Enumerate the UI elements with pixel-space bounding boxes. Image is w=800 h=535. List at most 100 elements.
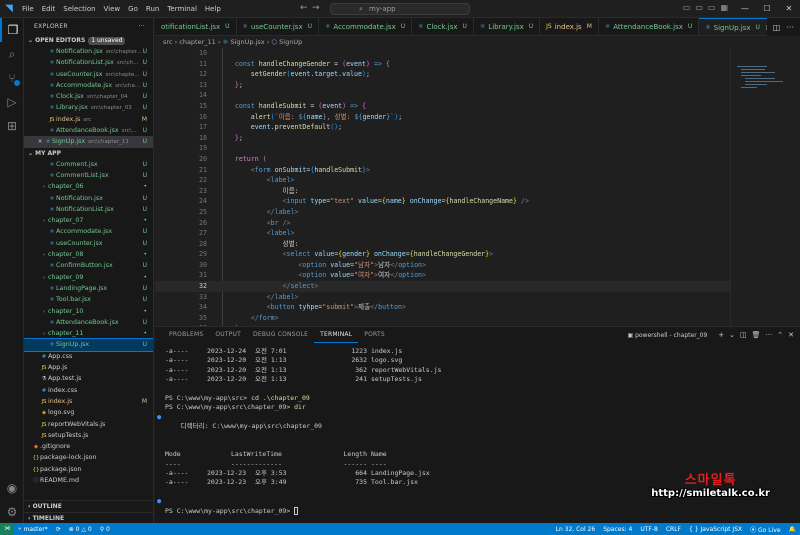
toggle-secondary-icon[interactable]: ▭ bbox=[708, 3, 716, 12]
tree-item[interactable]: JSsetupTests.js bbox=[24, 430, 153, 441]
tree-folder[interactable]: › chapter_10 • bbox=[24, 306, 153, 317]
code-line[interactable]: 24 <input type="text" value={name} onCha… bbox=[155, 196, 730, 207]
code-line[interactable]: 22 <label> bbox=[155, 175, 730, 186]
add-terminal-icon[interactable]: + bbox=[718, 331, 724, 339]
code-line[interactable]: 19 bbox=[155, 143, 730, 154]
more-actions-icon[interactable]: ··· bbox=[138, 18, 145, 36]
tree-item[interactable]: ◈ logo.svg bbox=[24, 407, 153, 418]
language-mode[interactable]: { } JavaScript JSX bbox=[685, 526, 746, 533]
code-line[interactable]: 34 <button tyhpe="submit">제출</button> bbox=[155, 302, 730, 313]
go-live-button[interactable]: ⦿ Go Live bbox=[746, 525, 784, 534]
tree-item[interactable]: ⚛ SignUp.jsx U bbox=[24, 338, 153, 352]
tree-item[interactable]: ⓘREADME.md bbox=[24, 475, 153, 486]
close-icon[interactable]: ✕ bbox=[778, 0, 800, 18]
tree-folder[interactable]: › chapter_07 • bbox=[24, 215, 153, 226]
tree-item[interactable]: ⚛ Comment.jsx U bbox=[24, 159, 153, 170]
toggle-sidebar-icon[interactable]: ▭ bbox=[683, 3, 691, 12]
toggle-panel-icon[interactable]: ▭ bbox=[695, 3, 703, 12]
menu-run[interactable]: Run bbox=[142, 0, 163, 18]
code-line[interactable]: 20 return ( bbox=[155, 154, 730, 165]
code-line[interactable]: 35 </form> bbox=[155, 313, 730, 324]
open-editors-section[interactable]: ⌄ OPEN EDITORS 1 unsaved bbox=[24, 36, 153, 46]
code-line[interactable]: 16 alert(`이름: ${name}, 성별: ${gender}`); bbox=[155, 112, 730, 123]
terminal-selector[interactable]: ▣ powershell - chapter_09 bbox=[628, 332, 708, 339]
tree-item[interactable]: ⚗ App.test.js bbox=[24, 373, 153, 384]
run-debug-icon[interactable]: ▷ bbox=[0, 90, 24, 114]
timeline-section[interactable]: › TIMELINE bbox=[24, 512, 153, 523]
tree-folder[interactable]: › chapter_11 • bbox=[24, 328, 153, 339]
code-line[interactable]: 25 </label> bbox=[155, 207, 730, 218]
tree-folder[interactable]: › chapter_09 • bbox=[24, 272, 153, 283]
code-line[interactable]: 27 <label> bbox=[155, 228, 730, 239]
panel-tab-terminal[interactable]: TERMINAL bbox=[314, 327, 359, 343]
code-editor[interactable]: 10 11 const handleChangeGender = (event) … bbox=[155, 48, 730, 326]
open-editor-item[interactable]: ⚛ NotificationList.jsx src\ch... U bbox=[24, 57, 153, 68]
tree-item[interactable]: {}package-lock.json bbox=[24, 452, 153, 463]
outline-section[interactable]: › OUTLINE bbox=[24, 500, 153, 511]
extensions-icon[interactable]: ⊞ bbox=[0, 114, 24, 138]
close-icon[interactable]: ✕ bbox=[36, 137, 44, 147]
open-editor-item[interactable]: JSindex.js src M bbox=[24, 114, 153, 125]
tab-index-js[interactable]: JS index.js M bbox=[540, 18, 599, 35]
tree-item[interactable]: ⚛ AttendanceBook.jsx U bbox=[24, 317, 153, 328]
minimap[interactable] bbox=[730, 48, 800, 326]
breadcrumb-folder[interactable]: chapter_11 bbox=[179, 38, 216, 46]
notifications-icon[interactable]: 🔔 bbox=[785, 526, 800, 533]
code-line[interactable]: 23 이름: bbox=[155, 186, 730, 197]
tree-folder[interactable]: › chapter_06 • bbox=[24, 181, 153, 192]
command-center-search[interactable]: ⌕ my-app bbox=[330, 3, 470, 15]
code-line[interactable]: 29 <select value={gender} onChange={hand… bbox=[155, 249, 730, 260]
code-line[interactable]: 18 }; bbox=[155, 133, 730, 144]
code-line[interactable]: 28 성별: bbox=[155, 239, 730, 250]
code-line[interactable]: 30 <option value="남자">남자</option> bbox=[155, 260, 730, 271]
open-editor-item[interactable]: ⚛ AttendanceBook.jsx src\... U bbox=[24, 125, 153, 136]
open-editor-item[interactable]: ⚛ Library.jsx src\chapter_03 U bbox=[24, 102, 153, 113]
terminal-dropdown-icon[interactable]: ⌄ bbox=[729, 331, 735, 339]
tab-attendancebook-jsx[interactable]: ⚛ AttendanceBook.jsx U bbox=[599, 18, 700, 35]
split-editor-icon[interactable]: ◫ bbox=[773, 23, 781, 32]
code-line[interactable]: 33 </label> bbox=[155, 292, 730, 303]
open-editor-item[interactable]: ⚛ Accommodate.jsx src\cha... U bbox=[24, 80, 153, 91]
tab-clock-jsx[interactable]: ⚛ Clock.jsx U bbox=[412, 18, 474, 35]
tree-item[interactable]: JSApp.js bbox=[24, 362, 153, 373]
source-control-icon[interactable]: ⑂ bbox=[0, 66, 24, 90]
panel-tab-ports[interactable]: PORTS bbox=[358, 327, 391, 343]
tree-item[interactable]: ⚛ Accommodate.jsx U bbox=[24, 226, 153, 237]
open-editor-item[interactable]: ⚛ useCounter.jsx src\chapte... U bbox=[24, 69, 153, 80]
forward-arrow-icon[interactable]: → bbox=[312, 3, 320, 13]
more-actions-icon[interactable]: ··· bbox=[766, 331, 773, 339]
menu-edit[interactable]: Edit bbox=[38, 0, 60, 18]
tree-item[interactable]: {}package.json bbox=[24, 464, 153, 475]
panel-tab-debug-console[interactable]: DEBUG CONSOLE bbox=[247, 327, 314, 343]
tree-item[interactable]: ◆ .gitignore bbox=[24, 441, 153, 452]
account-icon[interactable]: ◉ bbox=[0, 476, 24, 500]
tree-item[interactable]: # index.css bbox=[24, 385, 153, 396]
code-line[interactable]: 17 event.preventDefault(); bbox=[155, 122, 730, 133]
menu-view[interactable]: View bbox=[100, 0, 125, 18]
close-panel-icon[interactable]: ✕ bbox=[788, 331, 794, 339]
maximize-panel-icon[interactable]: ⌃ bbox=[777, 331, 783, 339]
panel-tab-output[interactable]: OUTPUT bbox=[209, 327, 247, 343]
tab-library-jsx[interactable]: ⚛ Library.jsx U bbox=[474, 18, 541, 35]
menu-terminal[interactable]: Terminal bbox=[163, 0, 201, 18]
settings-gear-icon[interactable]: ⚙ bbox=[0, 500, 24, 524]
tree-item[interactable]: ⚛ LandingPage.jsx U bbox=[24, 283, 153, 294]
code-line[interactable]: 32 </select> bbox=[155, 281, 730, 292]
tree-item[interactable]: ⚛ CommentList.jsx U bbox=[24, 170, 153, 181]
code-line[interactable]: 31 <option value="여자">여자</option> bbox=[155, 270, 730, 281]
customize-layout-icon[interactable]: ▦ bbox=[720, 3, 728, 12]
end-of-line[interactable]: CRLF bbox=[662, 526, 685, 533]
project-section[interactable]: ⌄ MY APP bbox=[24, 149, 153, 159]
tab-otificationlist-jsx[interactable]: otificationList.jsx U bbox=[155, 18, 237, 35]
problems-indicator[interactable]: ⊗ 0 △ 0 bbox=[65, 526, 96, 533]
open-editor-item[interactable]: ⚛ Clock.jsx src\chapter_04 U bbox=[24, 91, 153, 102]
explorer-icon[interactable]: ❐ bbox=[0, 18, 24, 42]
open-editor-item[interactable]: ⚛ Notification.jsx src\chapter... U bbox=[24, 46, 153, 57]
menu-go[interactable]: Go bbox=[124, 0, 142, 18]
code-line[interactable]: 10 bbox=[155, 48, 730, 59]
menu-file[interactable]: File bbox=[18, 0, 38, 18]
more-actions-icon[interactable]: ··· bbox=[786, 23, 794, 32]
indentation[interactable]: Spaces: 4 bbox=[599, 526, 636, 533]
search-view-icon[interactable]: ⌕ bbox=[0, 42, 24, 66]
menu-help[interactable]: Help bbox=[201, 0, 225, 18]
